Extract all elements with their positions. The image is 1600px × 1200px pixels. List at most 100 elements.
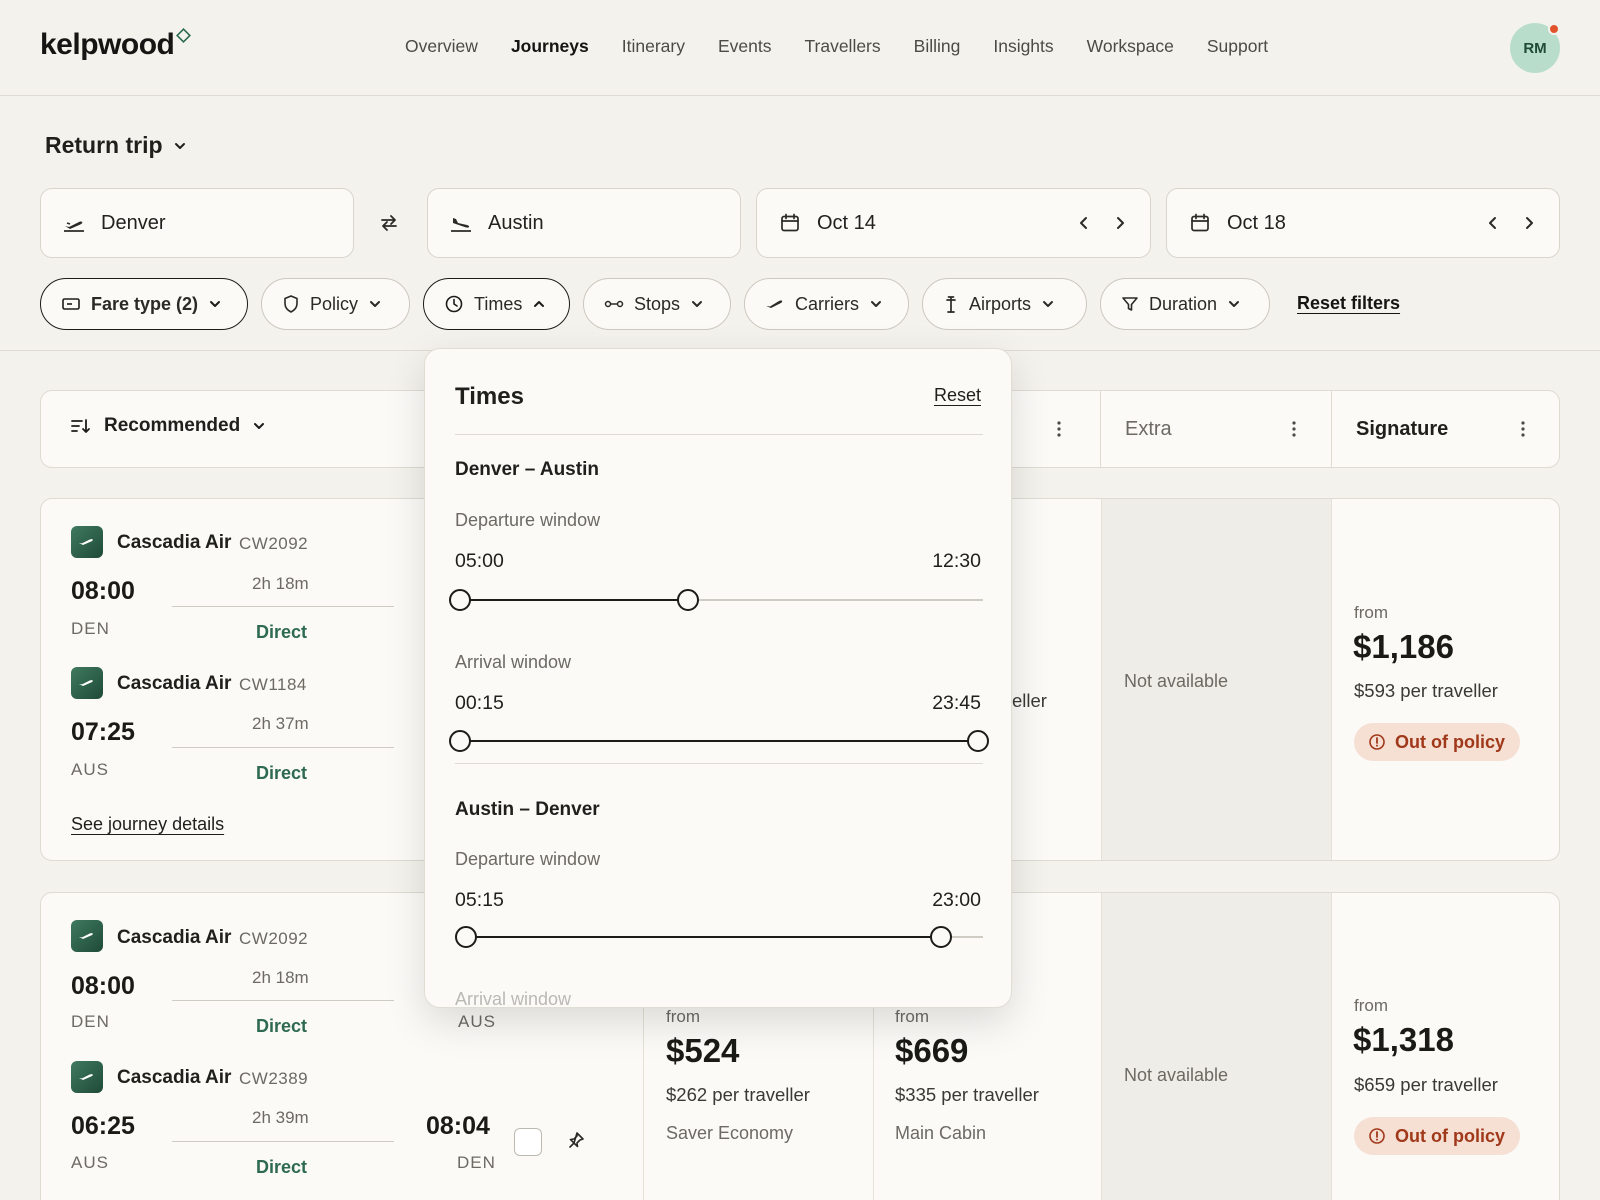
- brand-logo[interactable]: kelpwood: [40, 28, 175, 62]
- slider-handle-min[interactable]: [455, 926, 477, 948]
- departure-window-slider[interactable]: [459, 936, 983, 938]
- chevron-down-icon: [1227, 297, 1241, 311]
- flight-number: CW2092: [239, 929, 309, 948]
- depart-date-field[interactable]: Oct 14: [756, 188, 1151, 258]
- column-signature-label: Signature: [1356, 417, 1449, 440]
- nav-item-workspace[interactable]: Workspace: [1087, 36, 1174, 57]
- origin-field[interactable]: Denver: [40, 188, 354, 258]
- swap-icon[interactable]: [378, 212, 400, 234]
- arrival-window-slider[interactable]: [459, 740, 983, 742]
- out-of-policy-badge: Out of policy: [1354, 723, 1520, 761]
- nav-item-support[interactable]: Support: [1207, 36, 1268, 57]
- flight-number: CW2092: [239, 534, 309, 553]
- airports-label: Airports: [969, 293, 1032, 314]
- popover-title: Times: [455, 383, 524, 410]
- per-traveller-price: eller: [1012, 690, 1047, 711]
- chevron-down-icon: [869, 297, 883, 311]
- shield-icon: [282, 294, 300, 314]
- range-max-value: 23:00: [932, 889, 981, 911]
- departure-time: 08:00: [71, 972, 135, 1000]
- return-date-field[interactable]: Oct 18: [1166, 188, 1560, 258]
- sort-icon: [70, 416, 92, 436]
- nav-item-overview[interactable]: Overview: [405, 36, 478, 57]
- compare-checkbox[interactable]: [514, 1128, 542, 1156]
- chevron-down-icon: [252, 419, 266, 433]
- flight-number: CW2389: [239, 1069, 309, 1088]
- slider-handle-max[interactable]: [967, 730, 989, 752]
- cabin-name: Saver Economy: [666, 1123, 794, 1143]
- prev-date-icon[interactable]: [1076, 213, 1092, 233]
- reset-filters-link[interactable]: Reset filters: [1297, 293, 1400, 314]
- column-header-signature[interactable]: Signature: [1331, 390, 1560, 468]
- column-menu-icon[interactable]: [1291, 420, 1297, 438]
- trip-type-label: Return trip: [45, 132, 163, 158]
- chevron-down-icon: [173, 139, 187, 153]
- nav-item-journeys[interactable]: Journeys: [511, 36, 589, 57]
- depart-date-value: Oct 14: [817, 211, 876, 234]
- main-cabin-price: $669: [895, 1032, 969, 1069]
- return-date-value: Oct 18: [1227, 211, 1286, 234]
- flight-duration: 2h 18m: [252, 968, 309, 987]
- fare-type-filter[interactable]: Fare type (2): [40, 278, 248, 330]
- slider-handle-min[interactable]: [449, 730, 471, 752]
- trip-type-select[interactable]: Return trip: [45, 132, 187, 159]
- next-date-icon[interactable]: [1521, 213, 1537, 233]
- journey-details-link[interactable]: See journey details: [71, 814, 224, 835]
- flight-number: CW1184: [239, 675, 307, 694]
- arrival-time: 08:04: [426, 1112, 490, 1140]
- clock-icon: [444, 294, 464, 314]
- route-heading: Austin – Denver: [455, 799, 600, 820]
- chevron-down-icon: [208, 297, 222, 311]
- price-from-label: from: [895, 1007, 929, 1026]
- column-menu-icon[interactable]: [1056, 420, 1062, 438]
- destination-field[interactable]: Austin: [427, 188, 741, 258]
- column-header-extra[interactable]: Extra: [1100, 390, 1331, 468]
- policy-filter[interactable]: Policy: [261, 278, 410, 330]
- window-label: Arrival window: [455, 989, 572, 1008]
- departure-airport: AUS: [71, 1153, 109, 1172]
- duration-filter[interactable]: Duration: [1100, 278, 1270, 330]
- nav-item-billing[interactable]: Billing: [914, 36, 961, 57]
- destination-value: Austin: [488, 211, 544, 234]
- landing-icon: [450, 214, 472, 232]
- airline-logo: [71, 920, 103, 952]
- ticket-icon: [61, 296, 81, 312]
- airports-filter[interactable]: Airports: [922, 278, 1087, 330]
- stops-label: Direct: [256, 1157, 308, 1177]
- origin-value: Denver: [101, 211, 166, 234]
- signature-price: $1,318: [1353, 1021, 1454, 1058]
- price-from-label: from: [1354, 603, 1388, 622]
- window-label: Arrival window: [455, 652, 572, 672]
- duration-line: [172, 1141, 394, 1142]
- pin-icon[interactable]: [566, 1130, 586, 1150]
- nav-item-travellers[interactable]: Travellers: [804, 36, 880, 57]
- notification-dot: [1548, 23, 1560, 35]
- column-menu-icon[interactable]: [1520, 420, 1526, 438]
- carriers-filter[interactable]: Carriers: [744, 278, 909, 330]
- takeoff-icon: [63, 214, 85, 232]
- slider-handle-max[interactable]: [930, 926, 952, 948]
- slider-handle-max[interactable]: [677, 589, 699, 611]
- column-extra-label: Extra: [1125, 417, 1172, 440]
- departure-window-slider[interactable]: [459, 599, 983, 601]
- flight-duration: 2h 39m: [252, 1108, 309, 1127]
- out-of-policy-badge: Out of policy: [1354, 1117, 1520, 1155]
- window-label: Departure window: [455, 849, 601, 869]
- nav-item-events[interactable]: Events: [718, 36, 772, 57]
- prev-date-icon[interactable]: [1485, 213, 1501, 233]
- stops-label: Direct: [256, 1016, 308, 1036]
- airline-name: Cascadia Air: [117, 673, 232, 694]
- sort-select[interactable]: Recommended: [70, 415, 266, 437]
- stops-filter[interactable]: Stops: [583, 278, 731, 330]
- times-filter[interactable]: Times: [423, 278, 570, 330]
- flight-duration: 2h 18m: [252, 574, 309, 593]
- stops-icon: [604, 298, 624, 310]
- range-min-value: 00:15: [455, 692, 504, 714]
- nav-item-itinerary[interactable]: Itinerary: [622, 36, 685, 57]
- nav-item-insights[interactable]: Insights: [993, 36, 1053, 57]
- policy-badge-label: Out of policy: [1395, 1125, 1505, 1146]
- times-label: Times: [474, 293, 523, 314]
- popover-reset-link[interactable]: Reset: [934, 385, 981, 406]
- slider-handle-min[interactable]: [449, 589, 471, 611]
- next-date-icon[interactable]: [1112, 213, 1128, 233]
